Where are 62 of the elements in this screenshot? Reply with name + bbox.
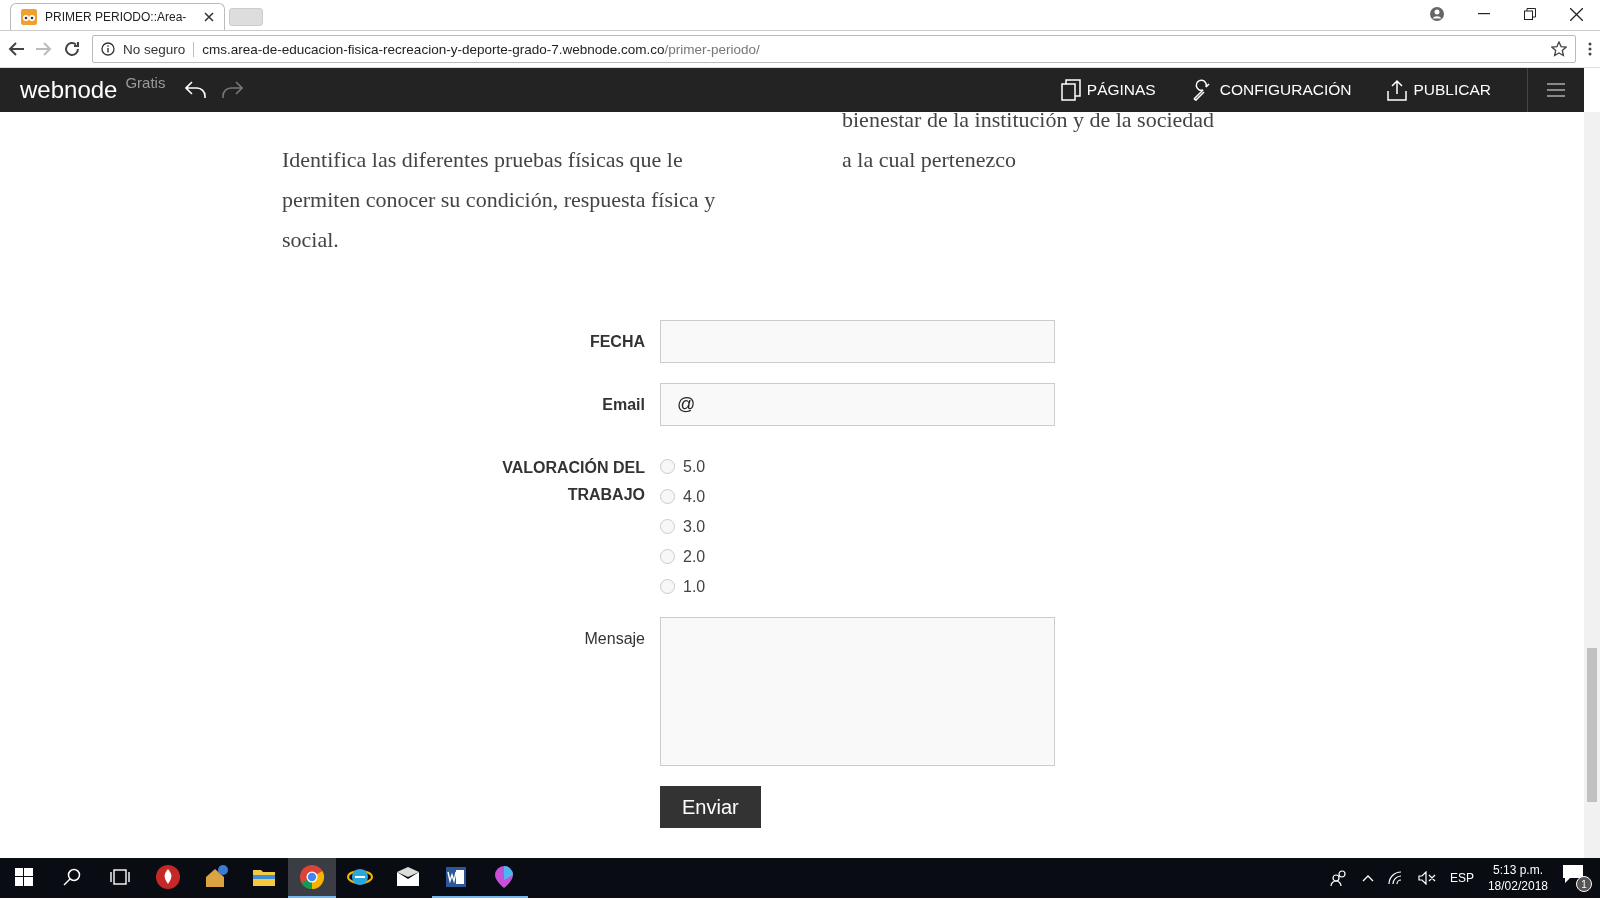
- radio-button[interactable]: [660, 489, 675, 504]
- language-indicator[interactable]: ESP: [1449, 871, 1474, 885]
- paragraph: Identifica las diferentes pruebas físicas que le permiten conocer su condición, respuesta física y social.: [282, 146, 717, 254]
- restore-icon[interactable]: [1524, 8, 1536, 20]
- notification-count: 1: [1576, 876, 1592, 892]
- plan-label: Gratis: [125, 74, 166, 91]
- redo-icon[interactable]: [221, 81, 244, 99]
- minimize-icon[interactable]: [1478, 13, 1490, 15]
- radio-button[interactable]: [660, 459, 675, 474]
- taskbar-app[interactable]: [288, 858, 336, 898]
- radio-label: 5.0: [683, 457, 706, 476]
- paragraph: bienestar de la institución y de la sociedad a la cual pertenezco: [842, 112, 1216, 174]
- security-label: No seguro: [123, 41, 195, 57]
- text-field[interactable]: [660, 320, 1055, 363]
- notification-center-button[interactable]: 1: [1562, 864, 1590, 892]
- menu-icon[interactable]: [1547, 83, 1565, 97]
- toolbar-link[interactable]: PÁGINAS: [1060, 79, 1156, 101]
- info-icon: [101, 42, 115, 56]
- speech-bubble-icon: [1562, 864, 1584, 884]
- windows-logo-icon[interactable]: [15, 868, 33, 886]
- radio-button[interactable]: [660, 549, 675, 564]
- close-icon[interactable]: [1570, 7, 1583, 21]
- close-icon[interactable]: [204, 12, 214, 22]
- document-w-icon: [443, 864, 469, 890]
- muted-speaker-icon[interactable]: [1417, 871, 1436, 885]
- radio-label: 1.0: [683, 577, 706, 596]
- undo-icon[interactable]: [185, 81, 208, 99]
- clock[interactable]: 5:13 p.m. 18/02/2018: [1487, 862, 1548, 894]
- address-bar[interactable]: No seguro cms.area-de-educacion-fisica-recreacion-y-deporte-grado-7.webnode.com.co/primer-periodo/: [92, 35, 1576, 63]
- toolbar-link[interactable]: PUBLICAR: [1387, 79, 1491, 101]
- chrome-icon: [299, 864, 325, 890]
- owl-icon: [21, 9, 37, 25]
- field-label: FECHA: [589, 332, 645, 352]
- star-icon[interactable]: [1551, 41, 1567, 57]
- radio-button[interactable]: [660, 519, 675, 534]
- text-field[interactable]: @: [660, 383, 1055, 426]
- people-icon[interactable]: [1329, 870, 1348, 886]
- chevron-up-icon[interactable]: [1361, 874, 1374, 882]
- radio-label: 2.0: [683, 547, 706, 566]
- radio-label: 4.0: [683, 487, 706, 506]
- scrollbar[interactable]: [1584, 112, 1600, 858]
- logo[interactable]: webnode: [20, 76, 118, 104]
- search-icon[interactable]: [63, 868, 81, 886]
- toolbar-link[interactable]: CONFIGURACIÓN: [1191, 79, 1352, 101]
- field-label: VALORACIÓN DEL TRABAJO: [501, 457, 645, 505]
- url-text: cms.area-de-educacion-fisica-recreacion-y-deporte-grado-7.webnode.com.co/primer-periodo/: [202, 41, 760, 57]
- house-icon: [203, 864, 229, 890]
- message-field[interactable]: [660, 617, 1055, 766]
- pages-icon: [1060, 79, 1081, 101]
- radio-label: 3.0: [683, 517, 706, 536]
- upload-icon: [1387, 79, 1408, 101]
- more-options-icon[interactable]: [1588, 42, 1592, 56]
- task-view-icon[interactable]: [110, 869, 130, 885]
- radio-button[interactable]: [660, 579, 675, 594]
- field-label: Email: [602, 395, 645, 415]
- submit-button[interactable]: Enviar: [660, 786, 761, 828]
- field-label: Mensaje: [584, 629, 645, 649]
- browser-tab[interactable]: PRIMER PERIODO::Area-: [10, 3, 225, 30]
- account-icon[interactable]: [1430, 7, 1444, 21]
- back-arrow-icon[interactable]: [8, 42, 24, 56]
- wifi-icon[interactable]: [1387, 871, 1404, 885]
- reload-icon[interactable]: [64, 41, 80, 57]
